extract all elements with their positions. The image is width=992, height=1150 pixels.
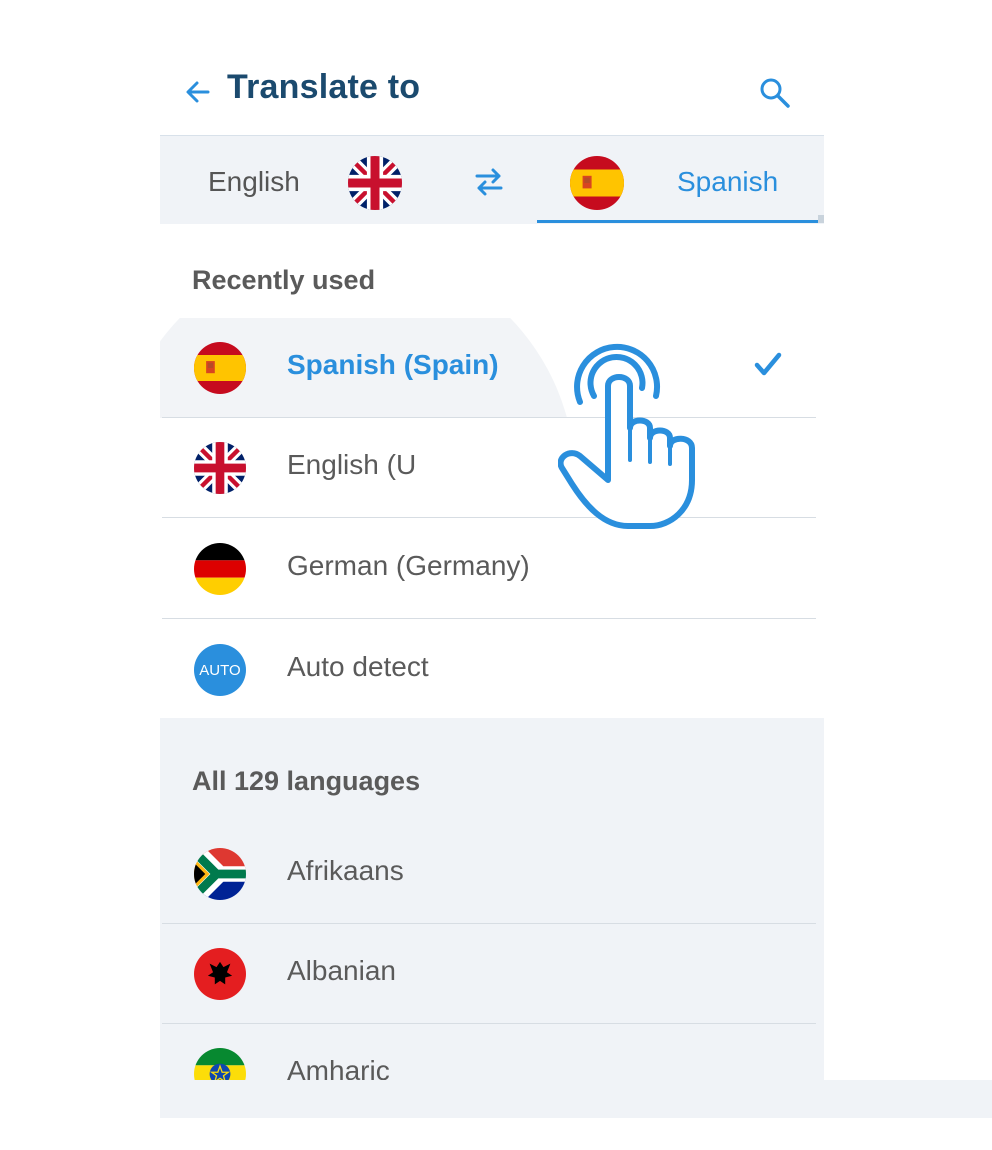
- target-language-label[interactable]: Spanish: [677, 166, 778, 198]
- recent-item-spanish-spain[interactable]: Spanish (Spain): [160, 318, 816, 418]
- scrollbar-thumb[interactable]: [818, 215, 824, 223]
- language-item-afrikaans[interactable]: Afrikaans: [160, 824, 816, 924]
- germany-flag-icon: [194, 543, 246, 595]
- language-item-albanian[interactable]: Albanian: [160, 924, 816, 1024]
- checkmark-icon: [754, 352, 782, 376]
- uk-flag-icon[interactable]: [348, 156, 402, 210]
- recent-item-english[interactable]: English (U: [160, 418, 816, 518]
- search-icon[interactable]: [758, 76, 792, 110]
- recently-used-heading: Recently used: [192, 265, 376, 295]
- recent-item-auto-detect[interactable]: AUTO Auto detect: [160, 620, 816, 720]
- spain-flag-icon[interactable]: [570, 156, 624, 210]
- language-picker-panel: Translate to English Spanish Recently us…: [160, 0, 824, 1150]
- header: Translate to: [160, 58, 824, 134]
- albania-flag-icon: [194, 948, 246, 1000]
- all-languages-heading: All 129 languages: [192, 766, 421, 796]
- uk-flag-icon: [194, 442, 246, 494]
- recent-item-german[interactable]: German (Germany): [160, 519, 816, 619]
- back-arrow-icon[interactable]: [182, 76, 214, 108]
- language-label: English (U: [287, 449, 417, 480]
- swap-languages-icon[interactable]: [472, 166, 506, 198]
- south-africa-flag-icon: [194, 848, 246, 900]
- target-selected-indicator: [537, 220, 819, 223]
- page-title: Translate to: [227, 68, 421, 106]
- language-label: German (Germany): [287, 550, 530, 581]
- language-label: Spanish (Spain): [287, 349, 499, 380]
- row-divider: [162, 517, 816, 518]
- auto-detect-badge: AUTO: [194, 644, 246, 696]
- language-label: Afrikaans: [287, 855, 404, 886]
- language-pair-bar: English Spanish: [160, 135, 824, 224]
- spain-flag-icon: [194, 342, 246, 394]
- row-divider: [162, 618, 816, 619]
- language-label: Albanian: [287, 955, 396, 986]
- background-card-edge: [160, 1080, 992, 1118]
- source-language-label[interactable]: English: [208, 166, 300, 198]
- language-label: Auto detect: [287, 651, 429, 682]
- all-languages-section: All 129 languages Afrikaans Albanian Amh…: [160, 718, 824, 1100]
